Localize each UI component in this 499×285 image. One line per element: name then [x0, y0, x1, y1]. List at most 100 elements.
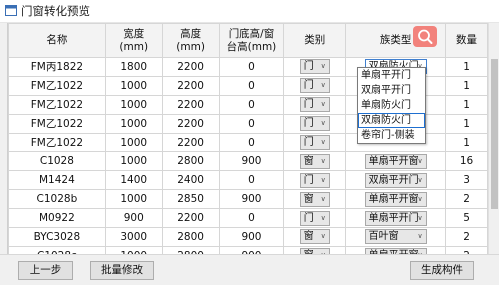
family-type-value: 单扇平开窗 — [368, 193, 419, 205]
category-select[interactable]: 门 ∨ — [299, 172, 330, 188]
cell-sill-height: 0 — [218, 57, 285, 77]
family-type-select[interactable]: 百叶窗 ∨ — [364, 229, 427, 245]
scrollbar-thumb[interactable] — [491, 59, 498, 209]
cell-name: C1028c — [8, 245, 106, 254]
category-value: 门 — [303, 174, 314, 186]
cell-height: 2800 — [161, 245, 220, 254]
chevron-down-icon: ∨ — [320, 100, 326, 109]
app-window-icon — [5, 5, 17, 16]
category-select[interactable]: 门 ∨ — [299, 210, 330, 226]
cell-sill-height: 0 — [218, 170, 285, 191]
table-row: M0922 900 2200 0 门 ∨ 单扇平开门 ∨ 5 — [8, 208, 488, 229]
table-row: BYC3028 3000 2800 900 窗 ∨ 百叶窗 ∨ 2 — [8, 227, 488, 247]
family-type-dropdown-list[interactable]: 单扇平开门 双扇平开门 单扇防火门 双扇防火门 卷帘门-侧装 — [357, 67, 426, 144]
cell-height: 2200 — [161, 113, 220, 134]
cell-count: 2 — [445, 245, 488, 254]
cell-name: FM乙1022 — [8, 132, 106, 153]
family-type-select[interactable]: 单扇平开门 ∨ — [364, 210, 427, 226]
button-bar: 上一步 批量修改 生成构件 — [0, 254, 499, 285]
search-icon — [418, 29, 433, 44]
table-row: C1028c10002800900窗∨单扇平开窗∨2 — [8, 245, 488, 254]
family-type-select[interactable]: 单扇平开窗∨ — [364, 191, 427, 207]
cell-family-type: 单扇平开窗∨ — [345, 189, 447, 210]
cell-name: M1424 — [8, 170, 106, 191]
cell-height: 2200 — [161, 208, 220, 229]
cell-count: 1 — [445, 75, 488, 96]
chevron-down-icon: ∨ — [320, 119, 326, 128]
cell-count: 2 — [445, 227, 488, 247]
cell-width: 1000 — [104, 132, 163, 153]
dropdown-option[interactable]: 双扇平开门 — [358, 83, 425, 98]
cell-category: 窗∨ — [283, 245, 347, 254]
category-value: 门 — [303, 118, 314, 130]
generate-components-button[interactable]: 生成构件 — [410, 261, 474, 280]
family-type-select[interactable]: 单扇平开窗∨ — [364, 153, 427, 169]
chevron-down-icon: ∨ — [417, 194, 423, 203]
cell-height: 2200 — [161, 57, 220, 77]
cell-category: 门 ∨ — [283, 170, 347, 191]
cell-sill-height: 0 — [218, 113, 285, 134]
vertical-scrollbar[interactable] — [488, 23, 499, 254]
category-select[interactable]: 门 ∨ — [299, 135, 330, 150]
cell-family-type: 单扇平开窗∨ — [345, 245, 447, 254]
header-height: 高度 (mm) — [161, 23, 220, 58]
header-count: 数量 — [445, 23, 488, 58]
cell-category: 门 ∨ — [283, 132, 347, 153]
dropdown-option[interactable]: 单扇防火门 — [358, 98, 425, 113]
cell-family-type: 单扇平开窗∨ — [345, 151, 447, 172]
cell-height: 2200 — [161, 132, 220, 153]
category-select[interactable]: 门 ∨ — [299, 78, 330, 94]
cell-width: 1400 — [104, 170, 163, 191]
chevron-down-icon: ∨ — [417, 213, 423, 222]
chevron-down-icon: ∨ — [320, 81, 326, 90]
table-row: M1424 1400 2400 0 门 ∨ 双扇平开门 ∨ 3 — [8, 170, 488, 191]
cell-sill-height: 0 — [218, 75, 285, 96]
dropdown-option[interactable]: 卷帘门-侧装 — [358, 128, 425, 143]
cell-category: 门 ∨ — [283, 94, 347, 115]
category-select[interactable]: 窗∨ — [299, 229, 330, 245]
chevron-down-icon: ∨ — [320, 138, 326, 146]
cell-family-type: 百叶窗 ∨ — [345, 227, 447, 247]
dropdown-option[interactable]: 单扇平开门 — [358, 68, 425, 83]
cell-height: 2200 — [161, 94, 220, 115]
title-bar: 门窗转化预览 — [0, 0, 499, 23]
cell-count: 5 — [445, 208, 488, 229]
table-row: C1028b 1000 2850 900 窗 ∨ 单扇平开窗 ∨ 2 — [8, 189, 488, 210]
cell-count: 3 — [445, 170, 488, 191]
cell-count: 16 — [445, 151, 488, 172]
prev-step-button[interactable]: 上一步 — [18, 261, 73, 280]
header-category: 类别 — [283, 23, 347, 58]
cell-height: 2850 — [161, 189, 220, 210]
category-select[interactable]: 门 ∨ — [299, 116, 330, 132]
cell-name: C1028b — [8, 189, 106, 210]
table-row: C1028 1000 2800 900 窗 ∨ 单扇平开窗 ∨ 16 — [8, 151, 488, 172]
category-select[interactable]: 窗∨ — [299, 153, 330, 169]
cell-sill-height: 900 — [218, 245, 285, 254]
category-select[interactable]: 窗∨ — [299, 191, 330, 207]
cell-width: 1800 — [104, 57, 163, 77]
cell-category: 窗∨ — [283, 151, 347, 172]
cell-sill-height: 900 — [218, 189, 285, 210]
chevron-down-icon: ∨ — [320, 62, 326, 71]
category-value: 门 — [303, 212, 314, 224]
category-value: 门 — [303, 137, 314, 148]
cell-name: M0922 — [8, 208, 106, 229]
chevron-down-icon: ∨ — [320, 194, 326, 203]
category-select[interactable]: 门 ∨ — [299, 59, 330, 75]
batch-edit-button[interactable]: 批量修改 — [90, 261, 154, 280]
category-value: 门 — [303, 80, 314, 92]
dropdown-option[interactable]: 双扇防火门 — [358, 113, 425, 128]
category-select[interactable]: 门 ∨ — [299, 97, 330, 113]
family-type-value: 单扇平开门 — [368, 212, 419, 224]
cell-sill-height: 0 — [218, 208, 285, 229]
window-title: 门窗转化预览 — [21, 4, 90, 18]
family-type-value: 双扇平开门 — [368, 174, 419, 186]
door-window-convert-dialog: 门窗转化预览 名称 宽度 (mm) 高度 (mm) 门底高/窗 台高(mm) 类… — [0, 0, 499, 285]
chevron-down-icon: ∨ — [320, 175, 326, 184]
cell-count: 1 — [445, 94, 488, 115]
chevron-down-icon: ∨ — [320, 213, 326, 222]
search-button[interactable] — [413, 26, 437, 47]
family-type-select[interactable]: 双扇平开门 ∨ — [364, 172, 427, 188]
cell-count: 1 — [445, 132, 488, 153]
cell-count: 1 — [445, 113, 488, 134]
